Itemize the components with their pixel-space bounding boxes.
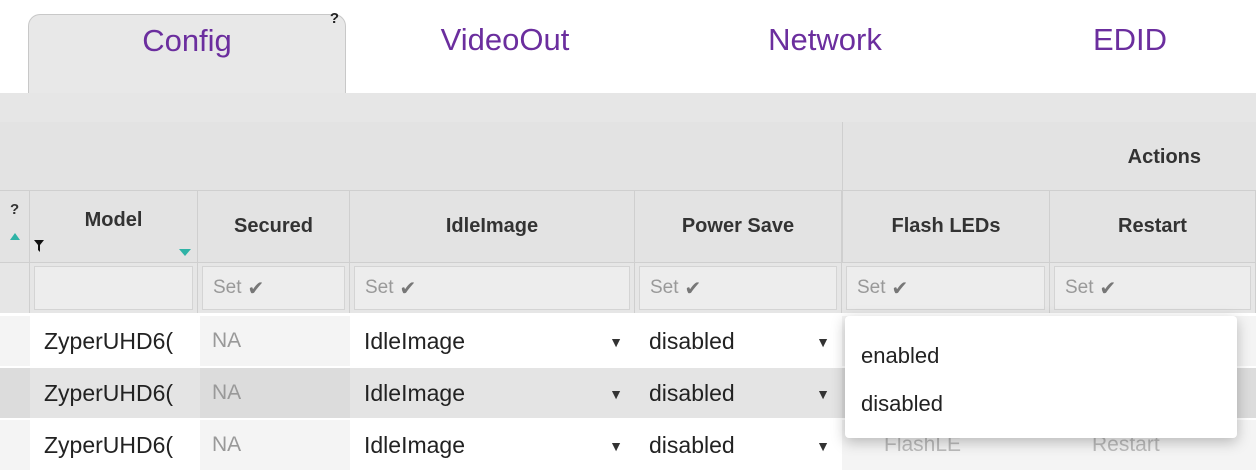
actions-group-label: Actions [1127,146,1201,168]
set-label: Set [365,277,394,298]
tab-videoout-label: VideoOut [440,22,570,57]
column-group-actions: Actions [842,122,1256,191]
dropdown-arrow-icon: ▼ [609,334,623,350]
selector-column-header[interactable]: ? [0,191,30,263]
power-save-header-label: Power Save [681,215,795,237]
secured-header-label: Secured [234,215,313,237]
idle-image-set-cell: Set ✔ [350,263,635,313]
dropdown-option-disabled[interactable]: disabled [861,391,943,417]
secured-set-button[interactable]: Set ✔ [202,266,345,310]
dropdown-arrow-icon: ▼ [816,386,830,402]
dropdown-option-enabled[interactable]: enabled [861,343,939,369]
filter-selector-cell [0,263,30,313]
tab-network-label: Network [768,22,882,57]
idle-image-set-button[interactable]: Set ✔ [354,266,630,310]
tab-config-label: Config [142,23,232,58]
idle-image-value: IdleImage [364,431,466,458]
column-header-power-save[interactable]: Power Save [635,191,842,263]
help-icon[interactable]: ? [330,9,339,29]
power-save-dropdown-menu: enabled disabled [845,316,1237,438]
power-save-select[interactable]: disabled ▼ [635,368,842,418]
set-label: Set [213,277,242,298]
idle-image-select[interactable]: IdleImage ▼ [350,420,635,470]
power-save-value: disabled [649,327,735,354]
secured-cell: NA [212,381,242,404]
model-cell: ZyperUHD6( [30,316,200,366]
set-label: Set [1065,277,1094,298]
flash-leds-header-label: Flash LEDs [891,215,1001,237]
check-icon: ✔ [891,277,909,300]
power-save-set-cell: Set ✔ [635,263,842,313]
model-cell: ZyperUHD6( [30,420,200,470]
power-save-value: disabled [649,431,735,458]
tab-edid[interactable]: EDID [1020,14,1240,94]
idle-image-value: IdleImage [364,379,466,406]
dropdown-arrow-icon: ▼ [816,334,830,350]
power-save-select[interactable]: disabled ▼ [635,316,842,366]
set-label: Set [857,277,886,298]
idle-image-select[interactable]: IdleImage ▼ [350,368,635,418]
column-group-header [0,122,842,191]
check-icon: ✔ [247,277,265,300]
help-icon[interactable]: ? [10,201,19,218]
tab-config[interactable]: Config ? [28,10,346,95]
dropdown-arrow-icon: ▼ [609,386,623,402]
restart-set-cell: Set ✔ [1050,263,1256,313]
secured-cell: NA [212,433,242,456]
sort-descending-icon[interactable] [179,249,191,256]
power-save-value: disabled [649,379,735,406]
check-icon: ✔ [399,277,417,300]
power-save-select[interactable]: disabled ▼ [635,420,842,470]
column-header-flash-leds[interactable]: Flash LEDs [842,191,1050,263]
model-header-label: Model [84,209,143,231]
filter-icon[interactable] [34,240,44,252]
sort-ascending-icon[interactable] [10,233,20,240]
model-filter-cell [30,263,198,313]
power-save-set-button[interactable]: Set ✔ [639,266,837,310]
tab-network[interactable]: Network [700,14,950,94]
secured-cell: NA [212,329,242,352]
check-icon: ✔ [1099,277,1117,300]
restart-set-button[interactable]: Set ✔ [1054,266,1251,310]
idle-image-value: IdleImage [364,327,466,354]
idle-image-select[interactable]: IdleImage ▼ [350,316,635,366]
model-filter-input[interactable] [34,266,193,310]
idle-image-header-label: IdleImage [445,215,539,237]
check-icon: ✔ [684,277,702,300]
secured-set-cell: Set ✔ [198,263,350,313]
column-header-secured[interactable]: Secured [198,191,350,263]
restart-header-label: Restart [1118,215,1187,237]
tab-bar: Config ? VideoOut Network EDID [0,0,1256,95]
dropdown-arrow-icon: ▼ [816,438,830,454]
set-label: Set [650,277,679,298]
flash-leds-set-button[interactable]: Set ✔ [846,266,1045,310]
tab-edid-label: EDID [1092,22,1168,57]
dropdown-arrow-icon: ▼ [609,438,623,454]
column-header-idle-image[interactable]: IdleImage [350,191,635,263]
toolbar-band [0,93,1256,122]
flash-leds-set-cell: Set ✔ [842,263,1050,313]
column-header-restart[interactable]: Restart [1050,191,1256,263]
column-header-model[interactable]: Model [30,191,198,263]
tab-videoout[interactable]: VideoOut [380,14,630,94]
model-cell: ZyperUHD6( [30,368,200,418]
